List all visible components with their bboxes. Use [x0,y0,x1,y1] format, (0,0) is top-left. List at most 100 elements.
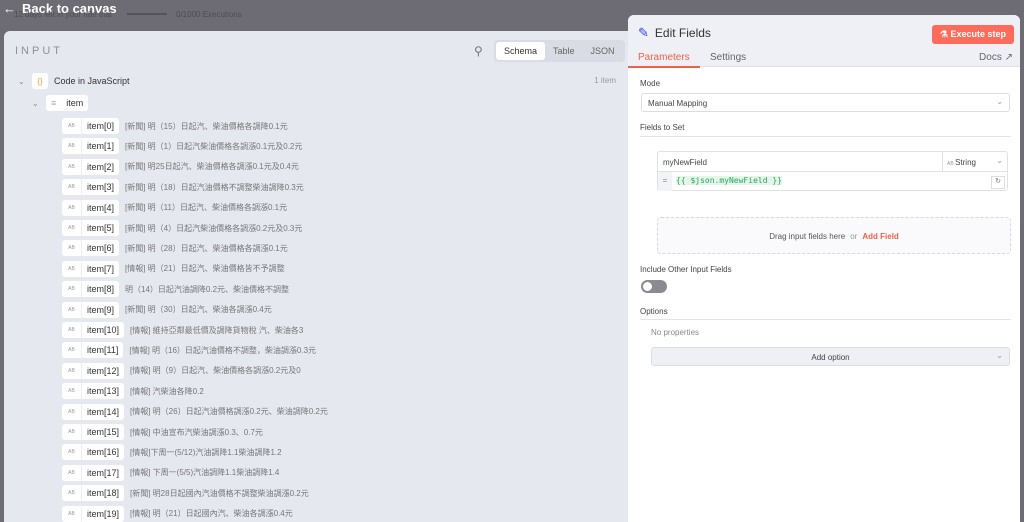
schema-row[interactable]: AB item[15] [情報] 中油宣布汽柴油調漲0.3、0.7元 [62,424,263,440]
item-value: [情報] 汽柴油各降0.2 [130,386,204,396]
item-key[interactable]: item[14] [82,403,125,420]
field-assignment: myNewField AB String ⌄ = {{ $json.myNewFi… [657,151,1008,191]
divider [640,136,1011,137]
item-key[interactable]: item[13] [82,383,125,400]
item-value: [新聞] 明（18）日起汽油價格不調整柴油調降0.3元 [125,182,304,192]
field-type-select[interactable]: AB String ⌄ [942,152,1008,172]
item-value: [情報] 中油宣布汽柴油調漲0.3、0.7元 [130,427,263,437]
item-key[interactable]: item[19] [82,505,125,522]
string-type-icon: AB [62,240,82,257]
external-link-icon: ↗ [1004,52,1013,63]
docs-link[interactable]: Docs ↗ [979,52,1013,63]
flask-icon: ⚗ [939,29,951,39]
schema-row[interactable]: AB item[14] [情報] 明（26）日起汽油價格調漲0.2元、柴油調降0.2… [62,403,328,420]
chevron-down-icon[interactable]: ⌄ [32,99,46,108]
schema-row[interactable]: AB item[19] [情報] 明（21）日起國內汽、柴油各調漲0.4元 [62,505,293,522]
item-value: [新聞] 明（28）日起汽、柴油價格各調漲0.1元 [125,243,288,253]
pencil-icon: ✎ [638,25,649,40]
string-type-icon: AB [62,220,82,236]
schema-row[interactable]: AB item[9] [新聞] 明（30）日起汽、柴油各調漲0.4元 [62,301,272,318]
schema-row[interactable]: AB item[13] [情報] 汽柴油各降0.2 [62,383,204,400]
execute-step-button[interactable]: ⚗ Execute step [931,25,1014,44]
item-key[interactable]: item[18] [82,485,125,502]
schema-row[interactable]: AB item[16] [情報]下周一(5/12)汽油調降1.1柴油調降1.2 [62,444,282,461]
add-field-link[interactable]: Add Field [862,232,898,241]
mode-select[interactable]: Manual Mapping ⌄ [641,93,1010,112]
string-type-icon: AB [62,505,82,522]
include-toggle[interactable] [641,280,667,293]
schema-row[interactable]: AB item[4] [新聞] 明（11）日起汽、柴油價格各調漲0.1元 [62,199,288,216]
schema-row[interactable]: AB item[2] [新聞] 明25日起汽、柴油價格各調漲0.1元及0.4元 [62,158,299,175]
tab-settings[interactable]: Settings [710,52,746,63]
item-key[interactable]: item[12] [82,362,125,379]
include-label: Include Other Input Fields [640,265,732,274]
string-type-icon: AB [62,464,82,481]
item-value: [新聞] 明（11）日起汽、柴油價格各調漲0.1元 [125,203,288,213]
schema-row[interactable]: AB item[8] 明（14）日起汽油調降0.2元、柴油價格不調整 [62,281,290,298]
view-schema[interactable]: Schema [496,42,546,60]
search-icon[interactable]: ⚲ [474,44,483,58]
item-key[interactable]: item[11] [82,342,124,359]
view-json[interactable]: JSON [583,42,623,60]
item-key[interactable]: item[5] [82,220,120,236]
item-key[interactable]: item[8] [82,281,120,298]
trial-text: 12 days left in your n8n trial [14,10,112,19]
item-value: [情報] 維持亞鄰最低價及調降貨物稅 汽、柴油各3 [130,325,304,335]
item-key[interactable]: item[6] [82,240,120,257]
schema-row[interactable]: AB item[0] [新聞] 明（15）日起汽、柴油價格各調降0.1元 [62,118,288,134]
item-key[interactable]: item[15] [82,424,125,440]
item-value: [新聞] 明（1）日起汽柴油價格各調漲0.1元及0.2元 [125,141,303,151]
node-name: Code in JavaScript [54,76,130,86]
schema-row[interactable]: AB item[3] [新聞] 明（18）日起汽油價格不調整柴油調降0.3元 [62,179,304,196]
schema-row[interactable]: AB item[18] [新聞] 明28日起國內汽油價格不調整柴油調漲0.2元 [62,485,309,502]
edit-fields-panel: ✎ Edit Fields ⚗ Execute step Parameters S… [628,15,1020,522]
view-switcher: Schema Table JSON [494,40,625,62]
item-value: [情報]下周一(5/12)汽油調降1.1柴油調降1.2 [130,447,282,457]
item-value: [新聞] 明（15）日起汽、柴油價格各調降0.1元 [125,121,288,131]
expand-icon[interactable]: ↻ [991,176,1005,189]
item-key[interactable]: item[9] [82,301,120,318]
root-row[interactable]: ⌄ ≡ item [32,95,94,111]
node-row[interactable]: ⌄ {} Code in JavaScript [18,73,130,89]
schema-row[interactable]: AB item[17] [情報] 下周一(5/5)汽油調降1.1柴油調降1.4 [62,464,279,481]
equals-icon: = [658,172,672,191]
schema-row[interactable]: AB item[1] [新聞] 明（1）日起汽柴油價格各調漲0.1元及0.2元 [62,138,303,155]
mode-label: Mode [640,79,661,88]
field-name-input[interactable]: myNewField [658,152,942,172]
string-type-icon: AB [62,138,82,155]
string-type-icon: AB [62,281,82,298]
panel-title: ✎ Edit Fields [638,25,711,40]
item-key[interactable]: item[7] [82,260,120,277]
view-table[interactable]: Table [545,42,583,60]
schema-row[interactable]: AB item[10] [情報] 維持亞鄰最低價及調降貨物稅 汽、柴油各3 [62,322,303,338]
item-key[interactable]: item[1] [82,138,120,155]
item-key[interactable]: item[0] [82,118,120,134]
string-type-icon: AB [62,403,82,420]
field-value-input[interactable]: {{ $json.myNewField }} [676,176,782,185]
item-key[interactable]: item[10] [82,322,125,338]
item-value: [情報] 明（16）日起汽油價格不調整，柴油調漲0.3元 [129,345,317,355]
item-key[interactable]: item[17] [82,464,125,481]
schema-row[interactable]: AB item[11] [情報] 明（16）日起汽油價格不調整，柴油調漲0.3元 [62,342,317,359]
item-key[interactable]: item[2] [82,158,120,175]
item-value: [新聞] 明（30）日起汽、柴油各調漲0.4元 [125,305,272,315]
item-count: 1 item [594,76,616,85]
tab-parameters[interactable]: Parameters [628,52,700,68]
schema-row[interactable]: AB item[5] [新聞] 明（4）日起汽柴油價格各調漲0.2元及0.3元 [62,220,302,236]
input-title: INPUT [15,45,63,57]
item-key[interactable]: item[4] [82,199,120,216]
chevron-down-icon: ⌄ [996,156,1003,165]
string-type-icon: AB [62,342,82,359]
string-type-icon: AB [62,383,82,400]
schema-row[interactable]: AB item[7] [情報] 明（21）日起汽、柴油價格皆不予調整 [62,260,285,277]
chevron-down-icon[interactable]: ⌄ [18,77,32,86]
string-type-icon: AB [62,424,82,440]
chevron-down-icon: ⌄ [996,97,1003,106]
schema-row[interactable]: AB item[6] [新聞] 明（28）日起汽、柴油價格各調漲0.1元 [62,240,288,257]
drop-zone[interactable]: Drag input fields here or Add Field [657,217,1011,254]
add-option-button[interactable]: Add option ⌄ [651,347,1010,366]
schema-row[interactable]: AB item[12] [情報] 明（9）日起汽、柴油價格各調漲0.2元及0 [62,362,301,379]
item-value: 明（14）日起汽油調降0.2元、柴油價格不調整 [125,284,290,294]
item-key[interactable]: item[3] [82,179,120,196]
item-key[interactable]: item[16] [82,444,125,461]
